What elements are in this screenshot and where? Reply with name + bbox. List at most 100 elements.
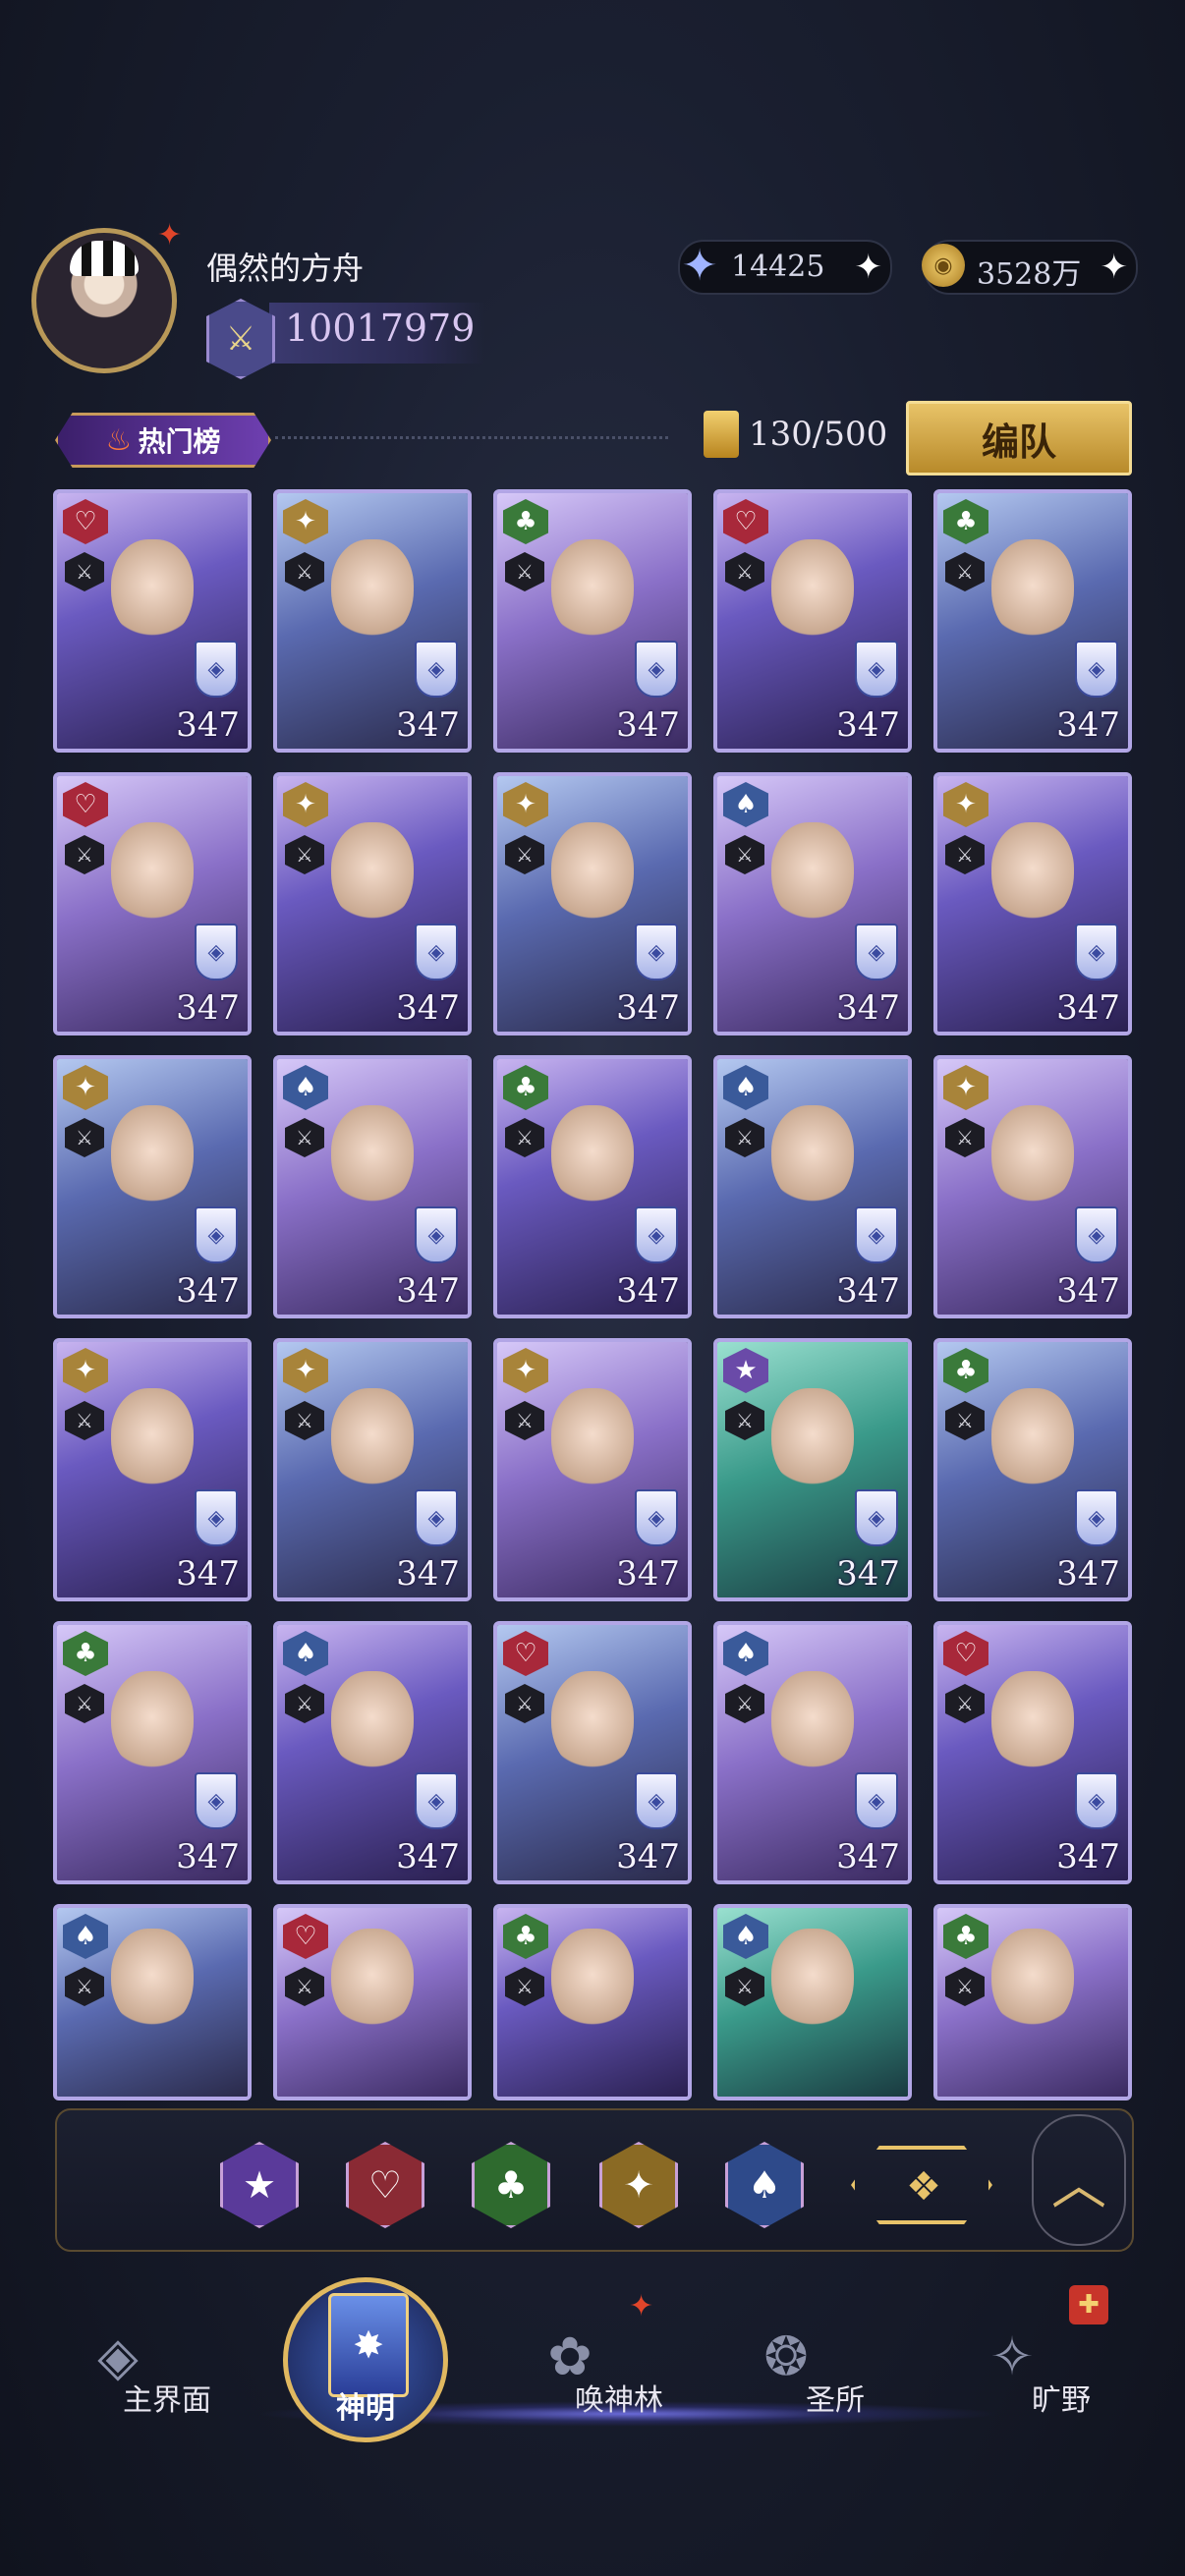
card-level: 347 bbox=[1056, 705, 1120, 745]
card-face bbox=[551, 538, 634, 642]
rank-shield-icon: ◈ bbox=[1075, 1772, 1118, 1829]
card-face bbox=[991, 1670, 1074, 1773]
nav-wilderness-label: 旷野 bbox=[1032, 2383, 1091, 2418]
card-level: 347 bbox=[396, 705, 460, 745]
deity-card[interactable]: ♠ ⚔ bbox=[713, 1904, 912, 2100]
rank-shield-icon: ◈ bbox=[1075, 924, 1118, 980]
deity-card[interactable]: ✦ ⚔ ◈ 347 bbox=[273, 772, 472, 1036]
rank-shield-icon: ◈ bbox=[415, 641, 458, 698]
rank-shield-icon: ◈ bbox=[195, 1206, 238, 1263]
gold-counter[interactable]: ◉ 3528万 ✦ bbox=[922, 240, 1138, 295]
deity-card[interactable]: ✦ ⚔ ◈ 347 bbox=[933, 772, 1132, 1036]
card-level: 347 bbox=[616, 705, 680, 745]
card-face bbox=[991, 1387, 1074, 1490]
add-gold-icon[interactable]: ✦ bbox=[1100, 248, 1129, 287]
combat-power: 10017979 bbox=[285, 307, 476, 350]
hot-list-button[interactable]: ♨ 热门榜 bbox=[55, 413, 271, 468]
rank-badge-icon[interactable]: ⚔ bbox=[206, 299, 275, 379]
rank-shield-icon: ◈ bbox=[195, 1489, 238, 1546]
deity-card[interactable]: ♠ ⚔ bbox=[53, 1904, 252, 2100]
card-level: 347 bbox=[1056, 988, 1120, 1028]
card-level: 347 bbox=[836, 1271, 900, 1311]
nav-summon-grove[interactable]: ✿ 唤神林 bbox=[511, 2309, 688, 2427]
deity-card[interactable]: ✦ ⚔ ◈ 347 bbox=[53, 1338, 252, 1601]
notification-star-icon: ✦ bbox=[157, 218, 183, 252]
card-level: 347 bbox=[836, 988, 900, 1028]
deity-book-icon: ✸ bbox=[328, 2293, 409, 2397]
rank-shield-icon: ◈ bbox=[855, 1772, 898, 1829]
divider bbox=[275, 436, 668, 439]
deity-card[interactable]: ♣ ⚔ ◈ 347 bbox=[933, 489, 1132, 753]
rank-shield-icon: ◈ bbox=[415, 924, 458, 980]
card-level: 347 bbox=[836, 1554, 900, 1594]
rank-shield-icon: ◈ bbox=[415, 1206, 458, 1263]
deity-card[interactable]: ♠ ⚔ ◈ 347 bbox=[713, 772, 912, 1036]
deity-card[interactable]: ♠ ⚔ ◈ 347 bbox=[713, 1621, 912, 1884]
rank-shield-icon: ◈ bbox=[855, 1206, 898, 1263]
gold-coin-icon: ◉ bbox=[922, 244, 965, 287]
card-face bbox=[111, 1670, 194, 1773]
deity-card[interactable]: ♡ ⚔ ◈ 347 bbox=[713, 489, 912, 753]
deity-card[interactable]: ♡ ⚔ bbox=[273, 1904, 472, 2100]
collapse-button[interactable]: ︿ bbox=[1032, 2114, 1126, 2246]
team-formation-button[interactable]: 编队 bbox=[906, 401, 1132, 476]
card-face bbox=[331, 821, 414, 924]
rank-shield-icon: ◈ bbox=[855, 924, 898, 980]
add-gems-icon[interactable]: ✦ bbox=[855, 248, 883, 287]
deity-card[interactable]: ♡ ⚔ ◈ 347 bbox=[493, 1621, 692, 1884]
deity-card[interactable]: ♣ ⚔ ◈ 347 bbox=[933, 1338, 1132, 1601]
card-face bbox=[551, 821, 634, 924]
deity-card[interactable]: ♣ ⚔ bbox=[933, 1904, 1132, 2100]
card-face bbox=[991, 1104, 1074, 1207]
gift-icon[interactable]: ✚ bbox=[1069, 2285, 1108, 2324]
rank-shield-icon: ◈ bbox=[1075, 1206, 1118, 1263]
nav-wilderness[interactable]: ✧ 旷野 bbox=[943, 2309, 1120, 2427]
nav-summon-grove-label: 唤神林 bbox=[575, 2383, 663, 2418]
card-level: 347 bbox=[176, 1554, 240, 1594]
rank-shield-icon: ◈ bbox=[855, 1489, 898, 1546]
rank-shield-icon: ◈ bbox=[1075, 1489, 1118, 1546]
deity-card[interactable]: ★ ⚔ ◈ 347 bbox=[713, 1338, 912, 1601]
deity-card[interactable]: ♣ ⚔ ◈ 347 bbox=[493, 489, 692, 753]
deity-card[interactable]: ♡ ⚔ ◈ 347 bbox=[933, 1621, 1132, 1884]
card-level: 347 bbox=[836, 1837, 900, 1876]
summon-notify-icon: ✦ bbox=[629, 2289, 654, 2324]
deity-card[interactable]: ♠ ⚔ ◈ 347 bbox=[713, 1055, 912, 1318]
nav-home-label: 主界面 bbox=[123, 2383, 211, 2418]
deity-card[interactable]: ♡ ⚔ ◈ 347 bbox=[53, 489, 252, 753]
deity-card[interactable]: ✦ ⚔ ◈ 347 bbox=[493, 772, 692, 1036]
gem-counter[interactable]: ✦ 14425 ✦ bbox=[678, 240, 892, 295]
deity-card[interactable]: ✦ ⚔ ◈ 347 bbox=[53, 1055, 252, 1318]
deity-card[interactable]: ♠ ⚔ ◈ 347 bbox=[273, 1055, 472, 1318]
nav-sanctuary[interactable]: ❂ 圣所 bbox=[727, 2309, 904, 2427]
deity-card[interactable]: ♣ ⚔ bbox=[493, 1904, 692, 2100]
card-level: 347 bbox=[396, 988, 460, 1028]
rank-shield-icon: ◈ bbox=[635, 641, 678, 698]
card-level: 347 bbox=[396, 1271, 460, 1311]
card-level: 347 bbox=[616, 1837, 680, 1876]
card-level: 347 bbox=[176, 1271, 240, 1311]
deity-card[interactable]: ♣ ⚔ ◈ 347 bbox=[53, 1621, 252, 1884]
card-level: 347 bbox=[1056, 1554, 1120, 1594]
nav-home[interactable]: ◈ 主界面 bbox=[59, 2309, 236, 2427]
card-level: 347 bbox=[616, 988, 680, 1028]
deity-card[interactable]: ♣ ⚔ ◈ 347 bbox=[493, 1055, 692, 1318]
card-face bbox=[331, 538, 414, 642]
deity-card[interactable]: ✦ ⚔ ◈ 347 bbox=[493, 1338, 692, 1601]
card-face bbox=[771, 1104, 854, 1207]
deity-card[interactable]: ♠ ⚔ ◈ 347 bbox=[273, 1621, 472, 1884]
card-level: 347 bbox=[836, 705, 900, 745]
player-avatar[interactable] bbox=[31, 228, 177, 373]
card-face bbox=[331, 1104, 414, 1207]
card-level: 347 bbox=[616, 1271, 680, 1311]
deity-card[interactable]: ✦ ⚔ ◈ 347 bbox=[273, 1338, 472, 1601]
deity-card[interactable]: ♡ ⚔ ◈ 347 bbox=[53, 772, 252, 1036]
card-face bbox=[991, 1928, 1074, 2031]
card-count: 130/500 bbox=[749, 415, 888, 454]
nav-deity[interactable]: ✸ 神明 bbox=[277, 2277, 454, 2446]
card-level: 347 bbox=[396, 1554, 460, 1594]
deity-card[interactable]: ✦ ⚔ ◈ 347 bbox=[933, 1055, 1132, 1318]
rank-shield-icon: ◈ bbox=[1075, 641, 1118, 698]
deity-card[interactable]: ✦ ⚔ ◈ 347 bbox=[273, 489, 472, 753]
hot-list-label: 热门榜 bbox=[138, 425, 221, 458]
